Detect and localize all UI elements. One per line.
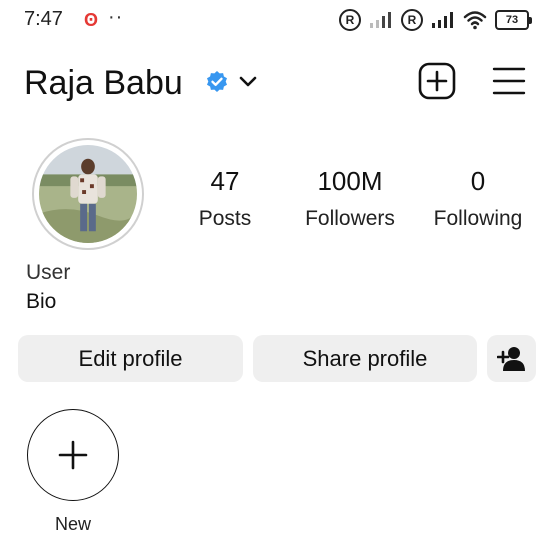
battery-icon: 73 xyxy=(495,10,532,30)
posts-label: Posts xyxy=(198,207,252,230)
status-time: 7:47 xyxy=(24,8,63,30)
wifi-icon xyxy=(463,11,487,30)
following-stat[interactable]: 0 Following xyxy=(420,166,536,231)
share-profile-button[interactable]: Share profile xyxy=(253,335,477,382)
new-highlight-button[interactable] xyxy=(27,409,119,501)
followers-label: Followers xyxy=(305,207,395,230)
roaming-icon: R xyxy=(339,9,361,31)
discover-people-button[interactable] xyxy=(487,335,536,382)
edit-profile-button[interactable]: Edit profile xyxy=(18,335,243,382)
signal-icon-2 xyxy=(432,12,453,28)
notification-dots: ·· xyxy=(108,6,124,28)
following-count: 0 xyxy=(470,166,486,196)
followers-stat[interactable]: 100M Followers xyxy=(290,166,410,231)
verified-badge-icon xyxy=(207,71,227,92)
following-label: Following xyxy=(433,207,523,230)
battery-level: 73 xyxy=(495,10,529,30)
menu-icon[interactable] xyxy=(492,64,526,98)
profile-avatar[interactable] xyxy=(32,138,144,250)
new-highlight-label: New xyxy=(54,514,91,534)
profile-username[interactable]: Raja Babu xyxy=(24,64,183,103)
add-person-icon xyxy=(496,346,525,371)
bio-line-1: User xyxy=(26,261,71,284)
posts-count: 47 xyxy=(210,166,240,196)
plus-icon xyxy=(58,440,88,470)
followers-count: 100M xyxy=(317,166,383,196)
vodafone-icon: ʘ xyxy=(84,10,99,30)
signal-icon xyxy=(370,12,391,28)
status-icons: R R 73 xyxy=(339,8,532,32)
posts-stat[interactable]: 47 Posts xyxy=(180,166,270,231)
avatar-photo xyxy=(39,145,137,243)
chevron-down-icon[interactable] xyxy=(238,72,258,92)
create-post-icon[interactable] xyxy=(418,62,456,100)
bio-line-2: Bio xyxy=(26,290,57,313)
roaming-icon-2: R xyxy=(401,9,423,31)
